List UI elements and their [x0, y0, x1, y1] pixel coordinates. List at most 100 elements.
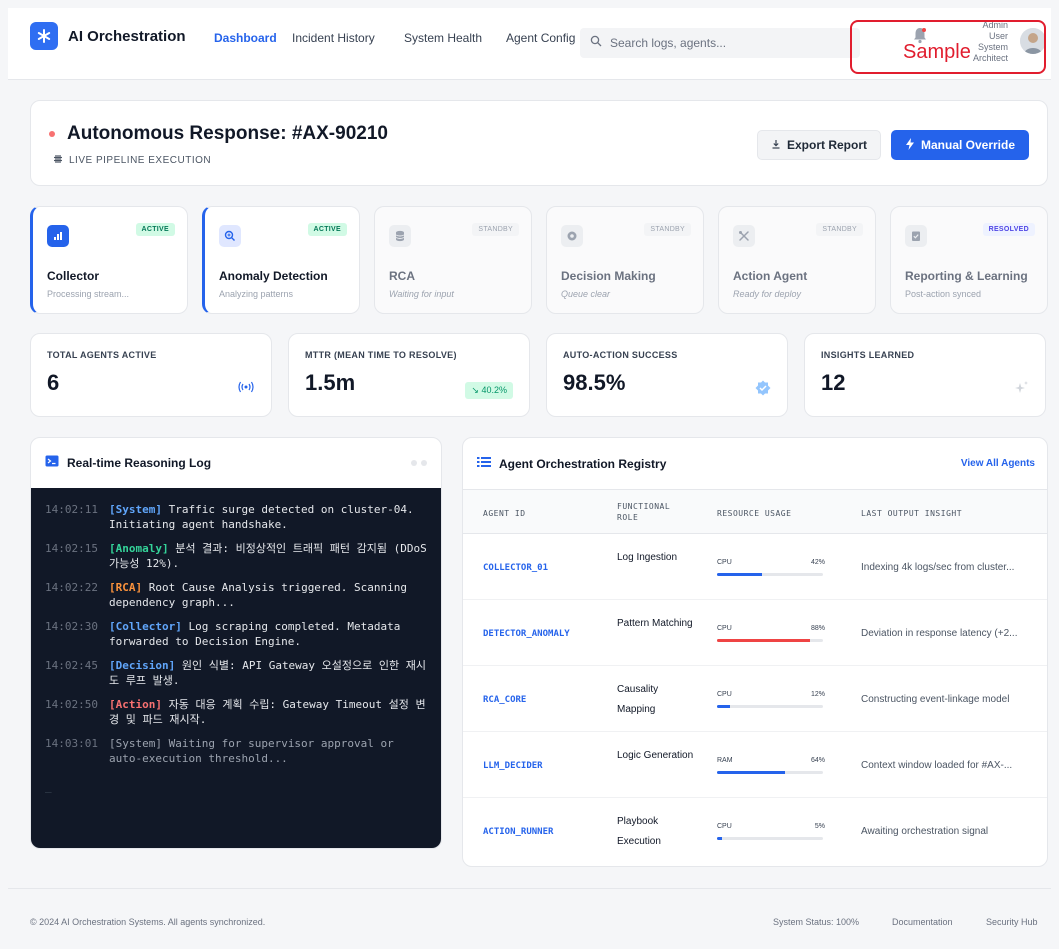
- status-badge: ACTIVE: [307, 223, 347, 236]
- agent-id-link[interactable]: LLM_DECIDER: [483, 761, 543, 771]
- log-console[interactable]: 14:02:11 [System] Traffic surge detected…: [31, 488, 441, 848]
- stage-reporting-learning[interactable]: RESOLVED Reporting & Learning Post-actio…: [890, 206, 1048, 314]
- footer-system-status[interactable]: System Status: 100%: [773, 917, 859, 927]
- log-timestamp: 14:02:30: [45, 620, 98, 633]
- resource-percent: 42%: [810, 559, 825, 566]
- stage-action-agent[interactable]: STANDBY Action Agent Ready for deploy: [718, 206, 876, 314]
- log-title: Real-time Reasoning Log: [67, 456, 212, 470]
- metric-value: 1.5m: [305, 370, 356, 395]
- agent-role: Logic Generation: [617, 750, 694, 761]
- resource-bar: [717, 837, 823, 840]
- stage-name: Anomaly Detection: [219, 269, 328, 283]
- log-tag: [System]: [109, 737, 162, 750]
- stage-anomaly-detection[interactable]: ACTIVE Anomaly Detection Analyzing patte…: [202, 206, 360, 314]
- log-entry: 14:03:01 [System] Waiting for supervisor…: [45, 736, 427, 766]
- nav-incident-history[interactable]: Incident History: [292, 31, 375, 45]
- resource-type: RAM: [717, 757, 733, 764]
- status-badge: STANDBY: [816, 223, 863, 236]
- trend-down-icon: ↘: [471, 385, 479, 395]
- database-icon: [389, 225, 411, 247]
- hash-icon: [53, 154, 63, 167]
- log-tag: [Decision]: [109, 659, 176, 672]
- metric-value: 6: [47, 370, 60, 395]
- resource-type: CPU: [717, 559, 732, 566]
- brain-icon: [561, 225, 583, 247]
- metric-label: TOTAL AGENTS ACTIVE: [47, 350, 157, 360]
- registry-header: Agent Orchestration Registry: [463, 438, 1047, 490]
- stage-description: Waiting for input: [389, 289, 454, 299]
- view-all-agents-link[interactable]: View All Agents: [961, 458, 1035, 469]
- top-navigation: AI Orchestration Dashboard Incident Hist…: [8, 8, 1051, 80]
- table-row[interactable]: DETECTOR_ANOMALY Pattern Matching CPU 88…: [463, 600, 1047, 666]
- trend-badge: ↘ 40.2%: [465, 382, 513, 399]
- chart-icon: [47, 225, 69, 247]
- log-timestamp: 14:02:22: [45, 581, 98, 594]
- footer-security-hub-link[interactable]: Security Hub: [986, 917, 1038, 927]
- verified-badge-icon: [755, 380, 771, 401]
- stage-description: Queue clear: [561, 289, 611, 299]
- table-row[interactable]: RCA_CORE Causality Mapping CPU 12% Const…: [463, 666, 1047, 732]
- stage-rca[interactable]: STANDBY RCA Waiting for input: [374, 206, 532, 314]
- status-badge: STANDBY: [644, 223, 691, 236]
- column-header: FUNCTIONAL ROLE: [617, 502, 671, 522]
- metric-label: MTTR (MEAN TIME TO RESOLVE): [305, 350, 457, 360]
- nav-dashboard[interactable]: Dashboard: [214, 31, 277, 45]
- search-input[interactable]: [610, 36, 850, 50]
- resource-percent: 5%: [814, 823, 825, 830]
- agent-insight: Awaiting orchestration signal: [861, 826, 989, 837]
- agent-id-link[interactable]: ACTION_RUNNER: [483, 827, 553, 837]
- agent-insight: Context window loaded for #AX-...: [861, 760, 1013, 771]
- log-entry: 14:02:50 [Action] 자동 대응 계획 수립: Gateway T…: [45, 697, 427, 727]
- agent-id-link[interactable]: DETECTOR_ANOMALY: [483, 629, 570, 639]
- search-bar[interactable]: [580, 28, 860, 58]
- stage-description: Ready for deploy: [733, 289, 802, 299]
- metric-value: 12: [821, 370, 846, 395]
- incident-title: Autonomous Response: #AX-90210: [67, 123, 388, 144]
- stage-description: Post-action synced: [905, 289, 982, 299]
- log-cursor: _: [45, 780, 52, 793]
- tools-icon: [733, 225, 755, 247]
- stage-name: RCA: [389, 269, 415, 283]
- pipeline-subtitle: LIVE PIPELINE EXECUTION: [53, 154, 211, 167]
- nav-agent-config[interactable]: Agent Config: [506, 31, 575, 45]
- column-header: LAST OUTPUT INSIGHT: [861, 509, 963, 518]
- clipboard-check-icon: [905, 225, 927, 247]
- table-row[interactable]: LLM_DECIDER Logic Generation RAM 64% Con…: [463, 732, 1047, 798]
- metric-insights-learned: INSIGHTS LEARNED 12: [804, 333, 1046, 417]
- agent-id-link[interactable]: RCA_CORE: [483, 695, 526, 705]
- export-report-button[interactable]: Export Report: [757, 130, 881, 160]
- stage-collector[interactable]: ACTIVE Collector Processing stream...: [30, 206, 188, 314]
- log-tag: [Anomaly]: [109, 542, 169, 555]
- agent-id-link[interactable]: COLLECTOR_01: [483, 563, 548, 573]
- sample-watermark: Sample: [903, 41, 971, 63]
- list-icon: [477, 455, 491, 473]
- log-entry: 14:02:15 [Anomaly] 분석 결과: 비정상적인 트래픽 패턴 감…: [45, 541, 427, 571]
- footer-copyright: © 2024 AI Orchestration Systems. All age…: [30, 917, 266, 927]
- manual-override-button[interactable]: Manual Override: [891, 130, 1029, 160]
- nav-system-health[interactable]: System Health: [404, 31, 482, 45]
- resource-percent: 64%: [810, 757, 825, 764]
- resource-bar-fill: [717, 837, 723, 840]
- log-timestamp: 14:02:45: [45, 659, 98, 672]
- stage-description: Processing stream...: [47, 289, 130, 299]
- stage-name: Reporting & Learning: [905, 269, 1028, 283]
- metric-label: AUTO-ACTION SUCCESS: [563, 350, 678, 360]
- zoom-icon: [219, 225, 241, 247]
- agent-insight: Constructing event-linkage model: [861, 694, 1010, 705]
- stage-decision-making[interactable]: STANDBY Decision Making Queue clear: [546, 206, 704, 314]
- logo-icon[interactable]: [30, 22, 58, 50]
- metric-label: INSIGHTS LEARNED: [821, 350, 915, 360]
- log-message: Root Cause Analysis triggered. Scanning …: [109, 581, 408, 609]
- search-icon: [590, 34, 602, 52]
- table-row[interactable]: ACTION_RUNNER Playbook Execution CPU 5% …: [463, 798, 1047, 864]
- export-label: Export Report: [786, 138, 867, 152]
- table-row[interactable]: COLLECTOR_01 Log Ingestion CPU 42% Index…: [463, 534, 1047, 600]
- status-badge: ACTIVE: [135, 223, 175, 236]
- brand-name[interactable]: AI Orchestration: [68, 28, 186, 45]
- footer-documentation-link[interactable]: Documentation: [892, 917, 953, 927]
- log-tag: [Action]: [109, 698, 162, 711]
- log-tag: [RCA]: [109, 581, 143, 594]
- stage-name: Collector: [47, 269, 100, 283]
- log-entry: 14:02:11 [System] Traffic surge detected…: [45, 502, 427, 532]
- metric-mttr: MTTR (MEAN TIME TO RESOLVE) 1.5m ↘ 40.2%: [288, 333, 530, 417]
